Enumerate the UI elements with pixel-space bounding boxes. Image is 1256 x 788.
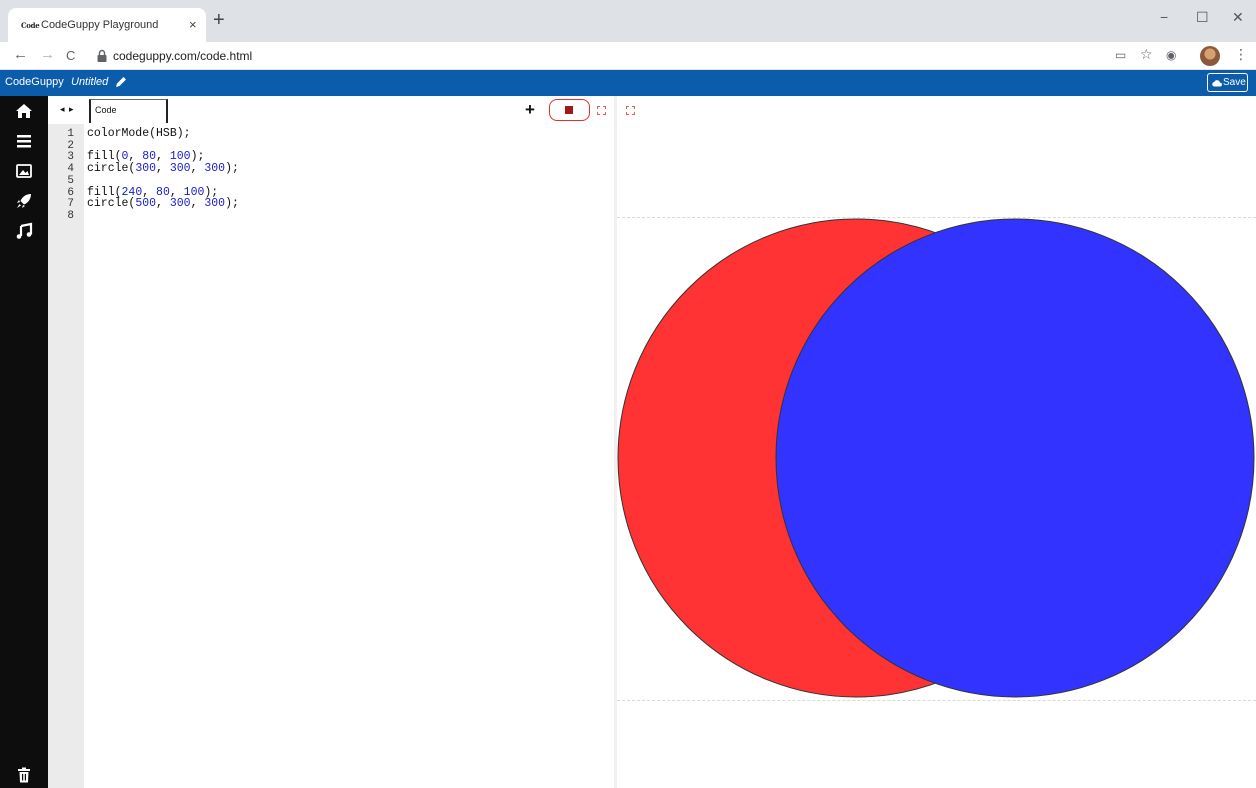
lock-icon [97, 49, 107, 62]
tab-close-icon[interactable]: × [189, 17, 197, 32]
fullscreen-editor-icon[interactable] [597, 106, 606, 115]
scroll-tabs-arrows[interactable]: ◂ ▸ [60, 104, 75, 115]
line-number: 5 [67, 175, 74, 187]
save-button[interactable]: Save [1207, 73, 1248, 92]
edit-pencil-icon[interactable] [114, 75, 128, 89]
code-line: circle(300, 300, 300); [87, 162, 239, 175]
back-icon[interactable]: ← [13, 47, 28, 63]
browser-toolbar: ← → C codeguppy.com/code.html ▭ ☆ ◉ ⋮ [0, 42, 1256, 70]
fullscreen-output-icon[interactable] [626, 106, 635, 115]
brand-name[interactable]: CodeGuppy [5, 76, 64, 88]
line-number: 7 [67, 198, 74, 210]
code-line: circle(500, 300, 300); [87, 197, 239, 210]
new-tab-button[interactable]: + [213, 10, 225, 30]
list-icon[interactable] [15, 132, 33, 150]
reload-icon[interactable]: C [66, 48, 75, 64]
forward-icon[interactable]: → [40, 47, 55, 63]
tab-title: CodeGuppy Playground [41, 19, 159, 31]
music-icon[interactable] [15, 222, 33, 240]
home-icon[interactable] [15, 102, 33, 120]
browser-tab-strip: Code CodeGuppy Playground × + − ☐ ✕ [0, 0, 1256, 42]
add-file-button[interactable]: + [525, 100, 535, 120]
maximize-icon[interactable]: ☐ [1196, 9, 1209, 26]
save-label: Save [1223, 77, 1246, 88]
editor-toolbar: ◂ ▸ Code + [48, 96, 615, 124]
line-number: 4 [67, 163, 74, 175]
project-name[interactable]: Untitled [71, 76, 108, 88]
tab-favicon-icon: Code [21, 21, 40, 30]
code-line: fill(0, 80, 100); [87, 150, 205, 163]
tab-code[interactable]: Code [89, 99, 168, 123]
line-number-gutter [48, 124, 84, 788]
stop-icon [565, 106, 573, 114]
minimize-icon[interactable]: − [1160, 9, 1168, 25]
sidebar [0, 96, 48, 788]
window-close-icon[interactable]: ✕ [1232, 9, 1244, 26]
sketch-canvas[interactable] [617, 217, 1256, 701]
line-number: 6 [67, 187, 74, 199]
image-icon[interactable] [15, 162, 33, 180]
profile-avatar[interactable] [1200, 46, 1220, 66]
extension-icon[interactable]: ◉ [1166, 48, 1176, 62]
line-number: 1 [67, 128, 74, 140]
cast-icon[interactable]: ▭ [1115, 48, 1126, 62]
app-header: CodeGuppy Untitled Save [0, 70, 1256, 96]
rocket-icon[interactable] [15, 192, 33, 210]
url-text: codeguppy.com/code.html [113, 49, 253, 63]
stop-button[interactable] [549, 99, 590, 121]
browser-menu-icon[interactable]: ⋮ [1234, 46, 1248, 63]
address-bar[interactable]: codeguppy.com/code.html [96, 45, 1096, 67]
line-number: 3 [67, 151, 74, 163]
canvas-drawing [617, 218, 1255, 698]
bookmark-star-icon[interactable]: ☆ [1140, 46, 1153, 63]
line-number: 2 [67, 140, 74, 152]
cloud-icon [1212, 80, 1222, 87]
trash-icon[interactable] [15, 766, 33, 784]
code-line: colorMode(HSB); [87, 127, 191, 140]
browser-tab[interactable]: Code CodeGuppy Playground × [8, 8, 206, 42]
line-number: 8 [67, 210, 74, 222]
blue-circle [775, 218, 1255, 698]
output-panel [617, 96, 1256, 788]
code-editor[interactable] [84, 124, 614, 788]
